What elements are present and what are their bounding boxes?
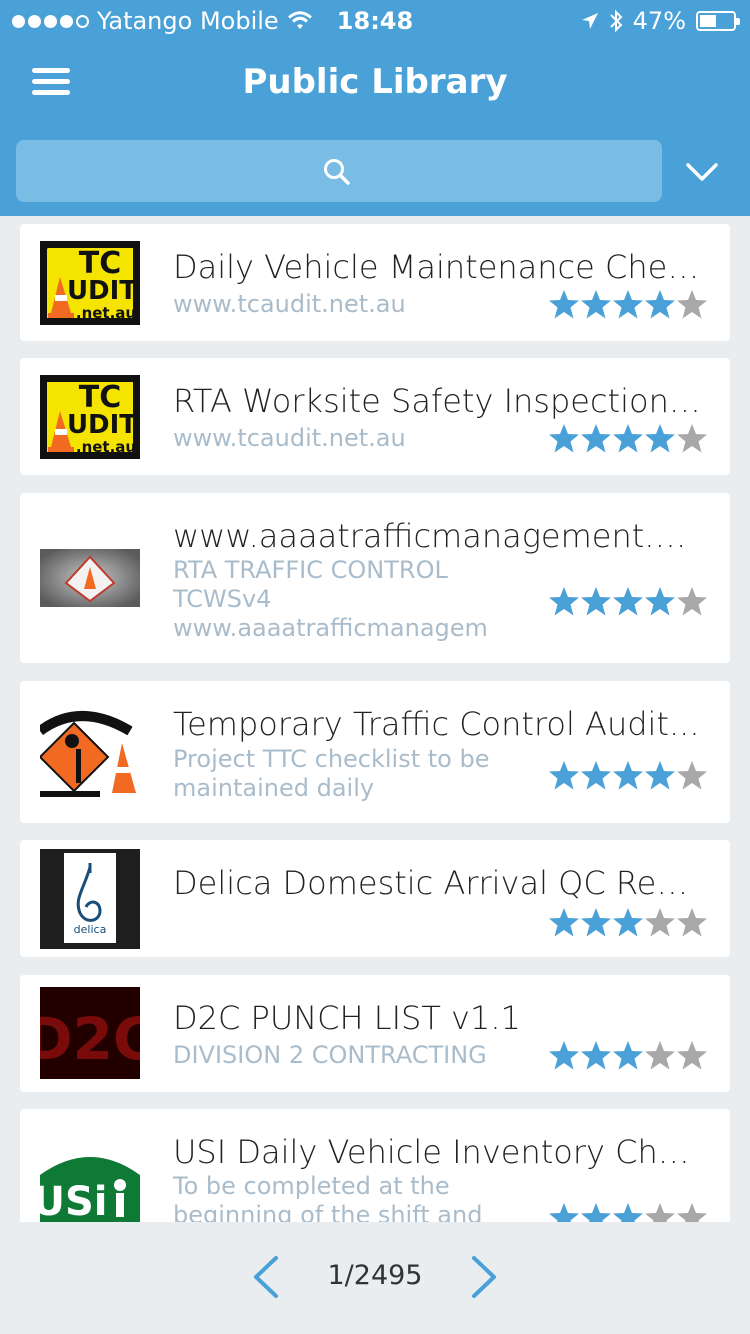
star-empty-icon bbox=[645, 1203, 675, 1222]
list-item[interactable]: USi USI Daily Vehicle Inventory Chec... … bbox=[20, 1109, 730, 1222]
flag-safe-logo bbox=[40, 705, 140, 801]
star-empty-icon bbox=[645, 1041, 675, 1070]
svg-text:D2C: D2C bbox=[40, 1005, 140, 1073]
item-subtitle: DIVISION 2 CONTRACTING bbox=[173, 1041, 487, 1069]
pager: 1/2495 bbox=[0, 1222, 750, 1334]
rating-stars bbox=[548, 585, 710, 619]
rating-stars bbox=[548, 1201, 710, 1222]
aaaa-traffic-logo bbox=[40, 549, 140, 607]
tcaudit-logo: TC UDIT .net.au bbox=[40, 375, 140, 459]
star-empty-icon bbox=[677, 424, 707, 453]
star-filled-icon bbox=[581, 587, 611, 616]
star-filled-icon bbox=[613, 761, 643, 790]
rating-stars bbox=[548, 906, 710, 940]
list-item[interactable]: Temporary Traffic Control Audit... Proje… bbox=[20, 681, 730, 823]
star-empty-icon bbox=[677, 1203, 707, 1222]
svg-text:UDIT: UDIT bbox=[67, 276, 137, 306]
list-item[interactable]: TC UDIT .net.au Daily Vehicle Maintenanc… bbox=[20, 224, 730, 341]
star-filled-icon bbox=[613, 424, 643, 453]
location-arrow-icon bbox=[581, 13, 598, 29]
star-filled-icon bbox=[613, 587, 643, 616]
star-filled-icon bbox=[613, 290, 643, 319]
star-filled-icon bbox=[549, 290, 579, 319]
star-empty-icon bbox=[645, 908, 675, 937]
item-title: USI Daily Vehicle Inventory Chec... bbox=[173, 1133, 703, 1171]
star-filled-icon bbox=[549, 424, 579, 453]
list-item[interactable]: D2C D2C PUNCH LIST v1.1 DIVISION 2 CONTR… bbox=[20, 975, 730, 1092]
star-filled-icon bbox=[581, 424, 611, 453]
star-empty-icon bbox=[677, 587, 707, 616]
star-filled-icon bbox=[549, 761, 579, 790]
item-subtitle: Project TTC checklist to be maintained d… bbox=[173, 745, 490, 802]
star-filled-icon bbox=[613, 908, 643, 937]
list-item[interactable]: delica Delica Domestic Arrival QC Repo..… bbox=[20, 840, 730, 957]
rating-stars bbox=[548, 759, 710, 793]
search-box[interactable] bbox=[16, 140, 662, 202]
star-empty-icon bbox=[677, 1041, 707, 1070]
chevron-right-icon[interactable] bbox=[468, 1254, 502, 1300]
star-filled-icon bbox=[581, 290, 611, 319]
svg-text:delica: delica bbox=[74, 923, 107, 936]
svg-text:.net.au: .net.au bbox=[76, 438, 136, 456]
star-filled-icon bbox=[549, 908, 579, 937]
item-subtitle: To be completed at the beginning of the … bbox=[173, 1172, 483, 1222]
battery-icon bbox=[696, 11, 740, 31]
item-title: Daily Vehicle Maintenance Chec... bbox=[173, 248, 703, 286]
nav-bar: Public Library bbox=[0, 40, 750, 130]
star-filled-icon bbox=[613, 1203, 643, 1222]
item-title: D2C PUNCH LIST v1.1 bbox=[173, 999, 521, 1037]
status-bar: Yatango Mobile 18:48 47% bbox=[0, 0, 750, 40]
star-filled-icon bbox=[581, 761, 611, 790]
rating-stars bbox=[548, 422, 710, 456]
item-subtitle: www.tcaudit.net.au bbox=[173, 290, 406, 318]
svg-text:UDIT: UDIT bbox=[67, 410, 137, 440]
form-list: TC UDIT .net.au Daily Vehicle Maintenanc… bbox=[0, 216, 750, 1222]
battery-percent: 47% bbox=[632, 7, 686, 35]
star-filled-icon bbox=[581, 1203, 611, 1222]
rating-stars bbox=[548, 288, 710, 322]
star-empty-icon bbox=[677, 290, 707, 319]
item-subtitle: www.tcaudit.net.au bbox=[173, 424, 406, 452]
page-title: Public Library bbox=[242, 62, 508, 102]
star-filled-icon bbox=[581, 908, 611, 937]
chevron-down-icon[interactable] bbox=[684, 154, 720, 190]
item-title: Delica Domestic Arrival QC Repo... bbox=[173, 864, 703, 902]
search-icon bbox=[324, 159, 350, 185]
item-subtitle: RTA TRAFFIC CONTROL TCWSv4 www.aaaatraff… bbox=[173, 556, 488, 642]
list-item[interactable]: www.aaaatrafficmanagement.co... RTA TRAF… bbox=[20, 493, 730, 663]
app-header: Yatango Mobile 18:48 47% Public Library bbox=[0, 0, 750, 216]
rating-stars bbox=[548, 1039, 710, 1073]
svg-text:.net.au: .net.au bbox=[76, 304, 136, 322]
d2c-logo: D2C bbox=[40, 987, 140, 1079]
item-title: RTA Worksite Safety Inspection T... bbox=[173, 382, 703, 420]
page-indicator: 1/2495 bbox=[327, 1260, 423, 1291]
star-filled-icon bbox=[645, 587, 675, 616]
delica-logo: delica bbox=[40, 849, 140, 949]
usi-logo: USi bbox=[40, 1145, 140, 1222]
star-empty-icon bbox=[677, 761, 707, 790]
star-filled-icon bbox=[549, 587, 579, 616]
star-filled-icon bbox=[645, 290, 675, 319]
star-filled-icon bbox=[613, 1041, 643, 1070]
star-filled-icon bbox=[645, 761, 675, 790]
status-right: 47% bbox=[581, 7, 740, 35]
star-filled-icon bbox=[581, 1041, 611, 1070]
item-title: Temporary Traffic Control Audit... bbox=[173, 705, 700, 743]
svg-text:USi: USi bbox=[40, 1179, 108, 1222]
bluetooth-icon bbox=[609, 9, 623, 33]
star-empty-icon bbox=[677, 908, 707, 937]
star-filled-icon bbox=[549, 1203, 579, 1222]
star-filled-icon bbox=[549, 1041, 579, 1070]
star-filled-icon bbox=[645, 424, 675, 453]
item-title: www.aaaatrafficmanagement.co... bbox=[173, 517, 703, 555]
tcaudit-logo: TC UDIT .net.au bbox=[40, 241, 140, 325]
list-item[interactable]: TC UDIT .net.au RTA Worksite Safety Insp… bbox=[20, 358, 730, 475]
